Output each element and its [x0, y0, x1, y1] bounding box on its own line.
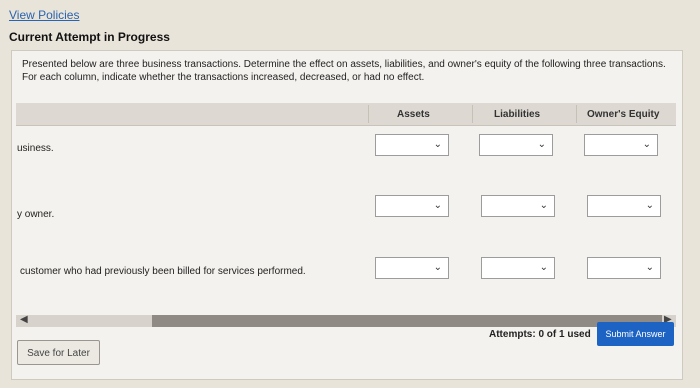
- row-label-2: y owner.: [17, 209, 55, 220]
- row-label-1: usiness.: [17, 143, 54, 154]
- chevron-down-icon: ⌄: [433, 139, 442, 150]
- column-separator: [368, 105, 369, 123]
- table-header: [16, 103, 676, 126]
- chevron-down-icon: ⌄: [433, 200, 442, 211]
- chevron-down-icon: ⌄: [539, 200, 548, 211]
- chevron-down-icon: ⌄: [433, 262, 442, 273]
- attempt-title: Current Attempt in Progress: [9, 30, 170, 44]
- assets-select-row2[interactable]: ⌄: [375, 195, 449, 217]
- chevron-down-icon: ⌄: [645, 200, 654, 211]
- chevron-down-icon: ⌄: [537, 139, 546, 150]
- owners-equity-select-row1[interactable]: ⌄: [584, 134, 658, 156]
- liabilities-select-row3[interactable]: ⌄: [481, 257, 555, 279]
- owners-equity-select-row2[interactable]: ⌄: [587, 195, 661, 217]
- column-header-liabilities: Liabilities: [494, 109, 541, 120]
- column-header-owners-equity: Owner's Equity: [587, 109, 660, 120]
- chevron-down-icon: ⌄: [642, 139, 651, 150]
- scrollbar-thumb[interactable]: [152, 315, 662, 327]
- attempts-counter: Attempts: 0 of 1 used: [489, 329, 591, 340]
- row-label-3: customer who had previously been billed …: [20, 266, 306, 277]
- save-for-later-button[interactable]: Save for Later: [17, 340, 100, 365]
- liabilities-select-row1[interactable]: ⌄: [479, 134, 553, 156]
- view-policies-link[interactable]: View Policies: [9, 8, 79, 22]
- assets-select-row3[interactable]: ⌄: [375, 257, 449, 279]
- question-instructions: Presented below are three business trans…: [22, 59, 666, 83]
- column-header-assets: Assets: [397, 109, 430, 120]
- chevron-down-icon: ⌄: [539, 262, 548, 273]
- owners-equity-select-row3[interactable]: ⌄: [587, 257, 661, 279]
- column-separator: [472, 105, 473, 123]
- chevron-down-icon: ⌄: [645, 262, 654, 273]
- column-separator: [576, 105, 577, 123]
- scroll-left-arrow-icon[interactable]: ◀: [20, 314, 28, 325]
- submit-answer-button[interactable]: Submit Answer: [597, 322, 674, 346]
- assets-select-row1[interactable]: ⌄: [375, 134, 449, 156]
- liabilities-select-row2[interactable]: ⌄: [481, 195, 555, 217]
